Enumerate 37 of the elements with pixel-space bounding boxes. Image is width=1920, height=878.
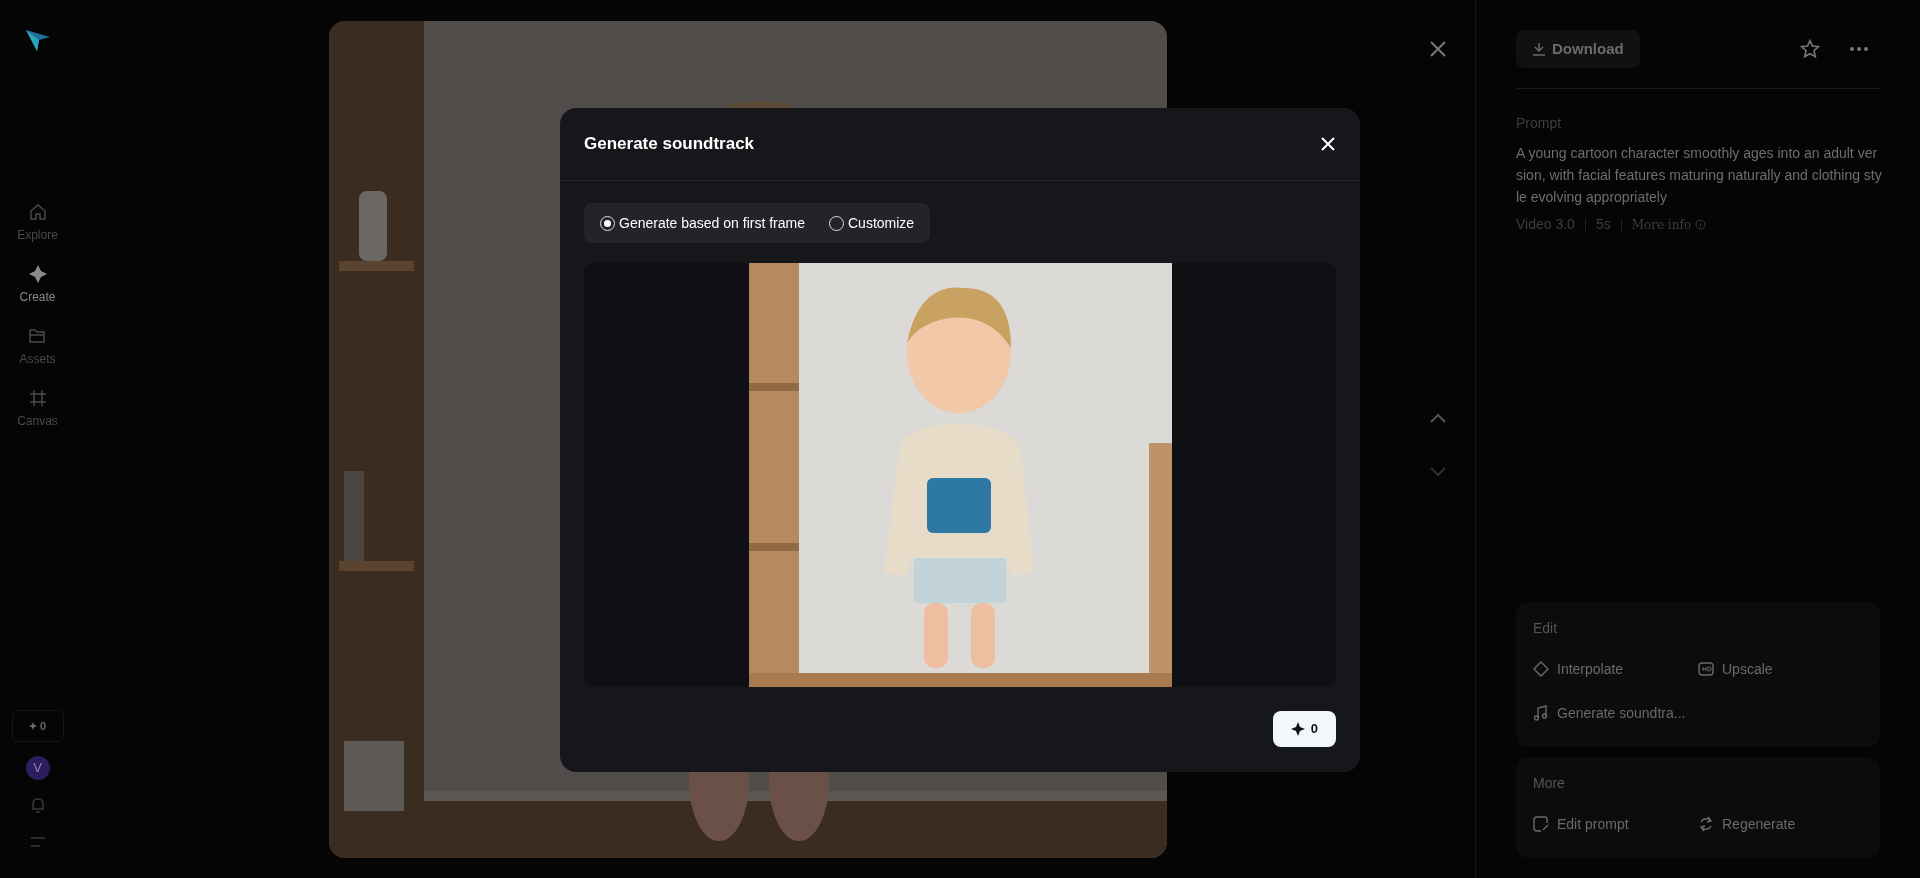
nav-item[interactable]: Explore [17, 202, 58, 244]
meta-text: Video 3.0 [1516, 215, 1575, 234]
folder-icon [27, 326, 48, 346]
generate-button[interactable]: 0 [1272, 711, 1336, 747]
frame-icon [27, 388, 48, 408]
prompt-text: A young cartoon character smoothly ages into an adult version, with facial features maturing naturally and clothing style evolving appropriately [1516, 144, 1882, 207]
sparkle-icon [28, 722, 37, 730]
action-button[interactable]: Generate soundtra... [1533, 691, 1698, 735]
info-icon [1695, 219, 1707, 230]
sparkle-icon [27, 264, 48, 284]
download-button[interactable]: Download [1516, 30, 1640, 68]
section-label: Edit [1533, 619, 1559, 638]
action-button[interactable]: Regenerate [1698, 802, 1863, 846]
nav-item[interactable]: Canvas [17, 388, 58, 430]
sparkle-icon [1290, 722, 1305, 736]
edit-icon [1533, 816, 1549, 832]
nav-item[interactable]: Create [19, 264, 56, 306]
credits-button[interactable]: 0 [11, 710, 64, 742]
chevron-up-icon[interactable] [1429, 412, 1447, 424]
home-icon [27, 202, 48, 222]
logo-icon [24, 28, 51, 52]
avatar[interactable]: V [25, 756, 50, 780]
music-icon [1533, 705, 1549, 721]
section-label: More [1533, 774, 1566, 793]
hd-icon [1698, 662, 1714, 676]
download-icon [1532, 42, 1546, 56]
more-icon[interactable] [1850, 47, 1868, 51]
star-icon[interactable] [1800, 39, 1820, 59]
more-info-link[interactable]: More info [1631, 215, 1707, 234]
section-label: Prompt [1516, 114, 1563, 133]
action-button[interactable]: Interpolate [1533, 647, 1698, 691]
action-button[interactable]: Upscale [1698, 647, 1863, 691]
meta-text: 5s [1595, 215, 1611, 234]
action-button[interactable]: Edit prompt [1533, 802, 1698, 846]
diamond-icon [1533, 661, 1549, 677]
nav-item[interactable]: Assets [19, 326, 56, 368]
regenerate-icon [1698, 816, 1714, 832]
